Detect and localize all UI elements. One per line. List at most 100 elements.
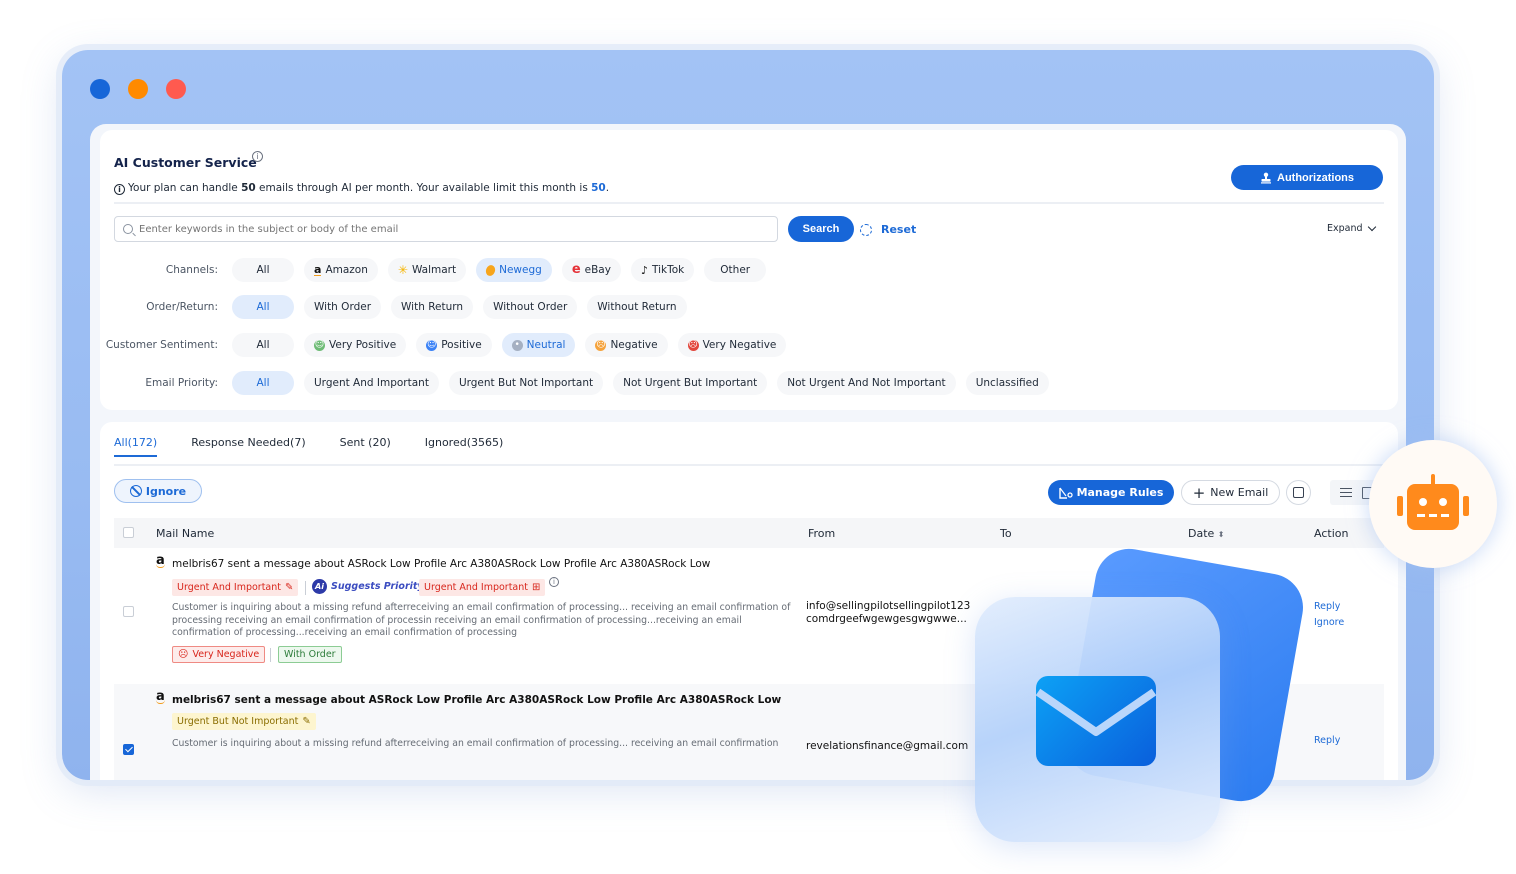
ai-priority-tag[interactable]: Urgent And Important ⊞ (419, 579, 546, 596)
row-actions: Reply (1314, 733, 1340, 749)
column-from: From (808, 527, 836, 540)
chip-label: Other (720, 264, 751, 276)
filter-label: Order/Return: (146, 301, 218, 313)
chip-label: With Order (314, 301, 372, 313)
tab-all[interactable]: All(172) (114, 436, 158, 457)
search-input[interactable] (139, 223, 739, 235)
plus-icon: + (1192, 483, 1206, 502)
authorizations-label: Authorizations (1277, 171, 1354, 184)
priority-all[interactable]: All (232, 371, 294, 395)
window-dot-orange[interactable] (128, 79, 148, 99)
very-negative-icon: ☹ (687, 339, 699, 351)
chip-label: All (256, 264, 270, 276)
search-icon (123, 224, 133, 234)
authorizations-button[interactable]: Authorizations (1231, 165, 1383, 190)
order-with-order[interactable]: With Order (304, 295, 382, 319)
order-return-filter: Order/Return: All With Order With Return… (100, 294, 697, 320)
plan-notice: i Your plan can handle 50 emails through … (114, 182, 609, 195)
plan-count: 50 (241, 182, 256, 194)
pencil-icon[interactable]: ✎ (302, 716, 310, 727)
priority-tag[interactable]: Urgent But Not Important ✎ (172, 713, 316, 730)
calendar-button[interactable] (1286, 480, 1311, 505)
priority-not-urgent-not-important[interactable]: Not Urgent And Not Important (777, 371, 956, 395)
priority-filter: Email Priority: All Urgent And Important… (100, 370, 1059, 396)
sentiment-tag-label: Very Negative (192, 649, 260, 660)
mail-from: revelationsfinance@gmail.com (806, 740, 969, 752)
chip-label: All (256, 377, 270, 389)
order-without-order[interactable]: Without Order (483, 295, 578, 319)
new-email-button[interactable]: + New Email (1181, 480, 1280, 505)
order-with-return[interactable]: With Return (391, 295, 474, 319)
ignore-link[interactable]: Ignore (1314, 615, 1344, 631)
order-tag: With Order (278, 646, 342, 663)
window-dot-blue[interactable] (90, 79, 110, 99)
row-checkbox[interactable] (123, 606, 134, 617)
tiktok-icon: ♪ (640, 263, 648, 277)
ai-label: Suggests Priority: (331, 581, 428, 592)
order-all[interactable]: All (232, 295, 294, 319)
chip-label: Newegg (499, 264, 542, 276)
window-dot-red[interactable] (166, 79, 186, 99)
priority-unclassified[interactable]: Unclassified (965, 371, 1049, 395)
info-icon[interactable]: i (549, 577, 559, 587)
ai-priority-label: Urgent And Important (424, 582, 528, 593)
manage-rules-label: Manage Rules (1076, 486, 1164, 499)
chip-label: Urgent But Not Important (458, 377, 594, 389)
plan-text: Your plan can handle (128, 182, 242, 194)
tab-bar: All(172) Response Needed(7) Sent (20) Ig… (114, 436, 537, 457)
sentiment-very-negative[interactable]: ☹ Very Negative (677, 333, 787, 357)
reply-link[interactable]: Reply (1314, 733, 1340, 749)
search-button[interactable]: Search (788, 216, 854, 242)
channel-ebay[interactable]: e eBay (561, 258, 621, 282)
sentiment-neutral[interactable]: • Neutral (501, 333, 576, 357)
manage-rules-button[interactable]: Manage Rules (1048, 480, 1174, 505)
ai-suggestion: Ai Suggests Priority: (312, 579, 427, 594)
row-checkbox[interactable] (123, 744, 134, 755)
calendar-icon (1293, 487, 1304, 498)
priority-urgent-not-important[interactable]: Urgent But Not Important (448, 371, 604, 395)
mail-from: info@sellingpilotsellingpilot123 comdrge… (806, 600, 971, 625)
sentiment-negative[interactable]: ☹ Negative (585, 333, 668, 357)
channel-amazon[interactable]: a Amazon (304, 258, 378, 282)
new-email-label: New Email (1210, 486, 1269, 499)
priority-tag[interactable]: Urgent And Important ✎ (172, 579, 299, 596)
mail-subject[interactable]: melbris67 sent a message about ASRock Lo… (172, 558, 710, 570)
reset-button[interactable]: Reset (860, 223, 916, 236)
sort-icon: ⬍ (1217, 530, 1225, 539)
table-header: Mail Name From To Date ⬍ Action (114, 518, 1384, 548)
tab-ignored[interactable]: Ignored(3565) (425, 436, 504, 457)
channel-walmart[interactable]: ✳ Walmart (387, 258, 467, 282)
search-field[interactable] (114, 216, 778, 242)
ban-icon (129, 485, 142, 497)
sentiment-positive[interactable]: ☺ Positive (416, 333, 492, 357)
stage: AI Customer Service i i Your plan can han… (0, 0, 1516, 874)
sentiment-all[interactable]: All (232, 333, 294, 357)
channel-newegg[interactable]: Newegg (476, 258, 552, 282)
info-icon[interactable]: i (252, 151, 263, 162)
expand-label: Expand (1327, 223, 1363, 234)
stamp-icon (1261, 172, 1271, 183)
list-view-icon[interactable] (1340, 488, 1352, 497)
tab-response-needed[interactable]: Response Needed(7) (191, 436, 305, 457)
mail-subject[interactable]: melbris67 sent a message about ASRock Lo… (172, 694, 781, 706)
order-without-return[interactable]: Without Return (587, 295, 687, 319)
expand-toggle[interactable]: Expand (1327, 222, 1376, 234)
ai-assistant-button[interactable] (1369, 440, 1497, 568)
channel-other[interactable]: Other (704, 258, 767, 282)
select-all-checkbox[interactable] (123, 527, 134, 538)
priority-tag-label: Urgent But Not Important (177, 716, 299, 727)
priority-not-urgent-important[interactable]: Not Urgent But Important (613, 371, 768, 395)
channel-all[interactable]: All (232, 258, 294, 282)
pencil-icon[interactable]: ✎ (285, 582, 293, 593)
ignore-button[interactable]: Ignore (114, 479, 202, 503)
tab-sent[interactable]: Sent (20) (340, 436, 391, 457)
priority-urgent-important[interactable]: Urgent And Important (304, 371, 439, 395)
column-date[interactable]: Date ⬍ (1188, 527, 1225, 540)
apply-icon[interactable]: ⊞ (532, 582, 540, 593)
channel-tiktok[interactable]: ♪ TikTok (630, 258, 695, 282)
reply-link[interactable]: Reply (1314, 599, 1344, 615)
chip-label: Unclassified (975, 377, 1039, 389)
sentiment-very-positive[interactable]: ☺ Very Positive (304, 333, 407, 357)
filter-label: Channels: (165, 264, 218, 276)
divider (114, 202, 1384, 204)
